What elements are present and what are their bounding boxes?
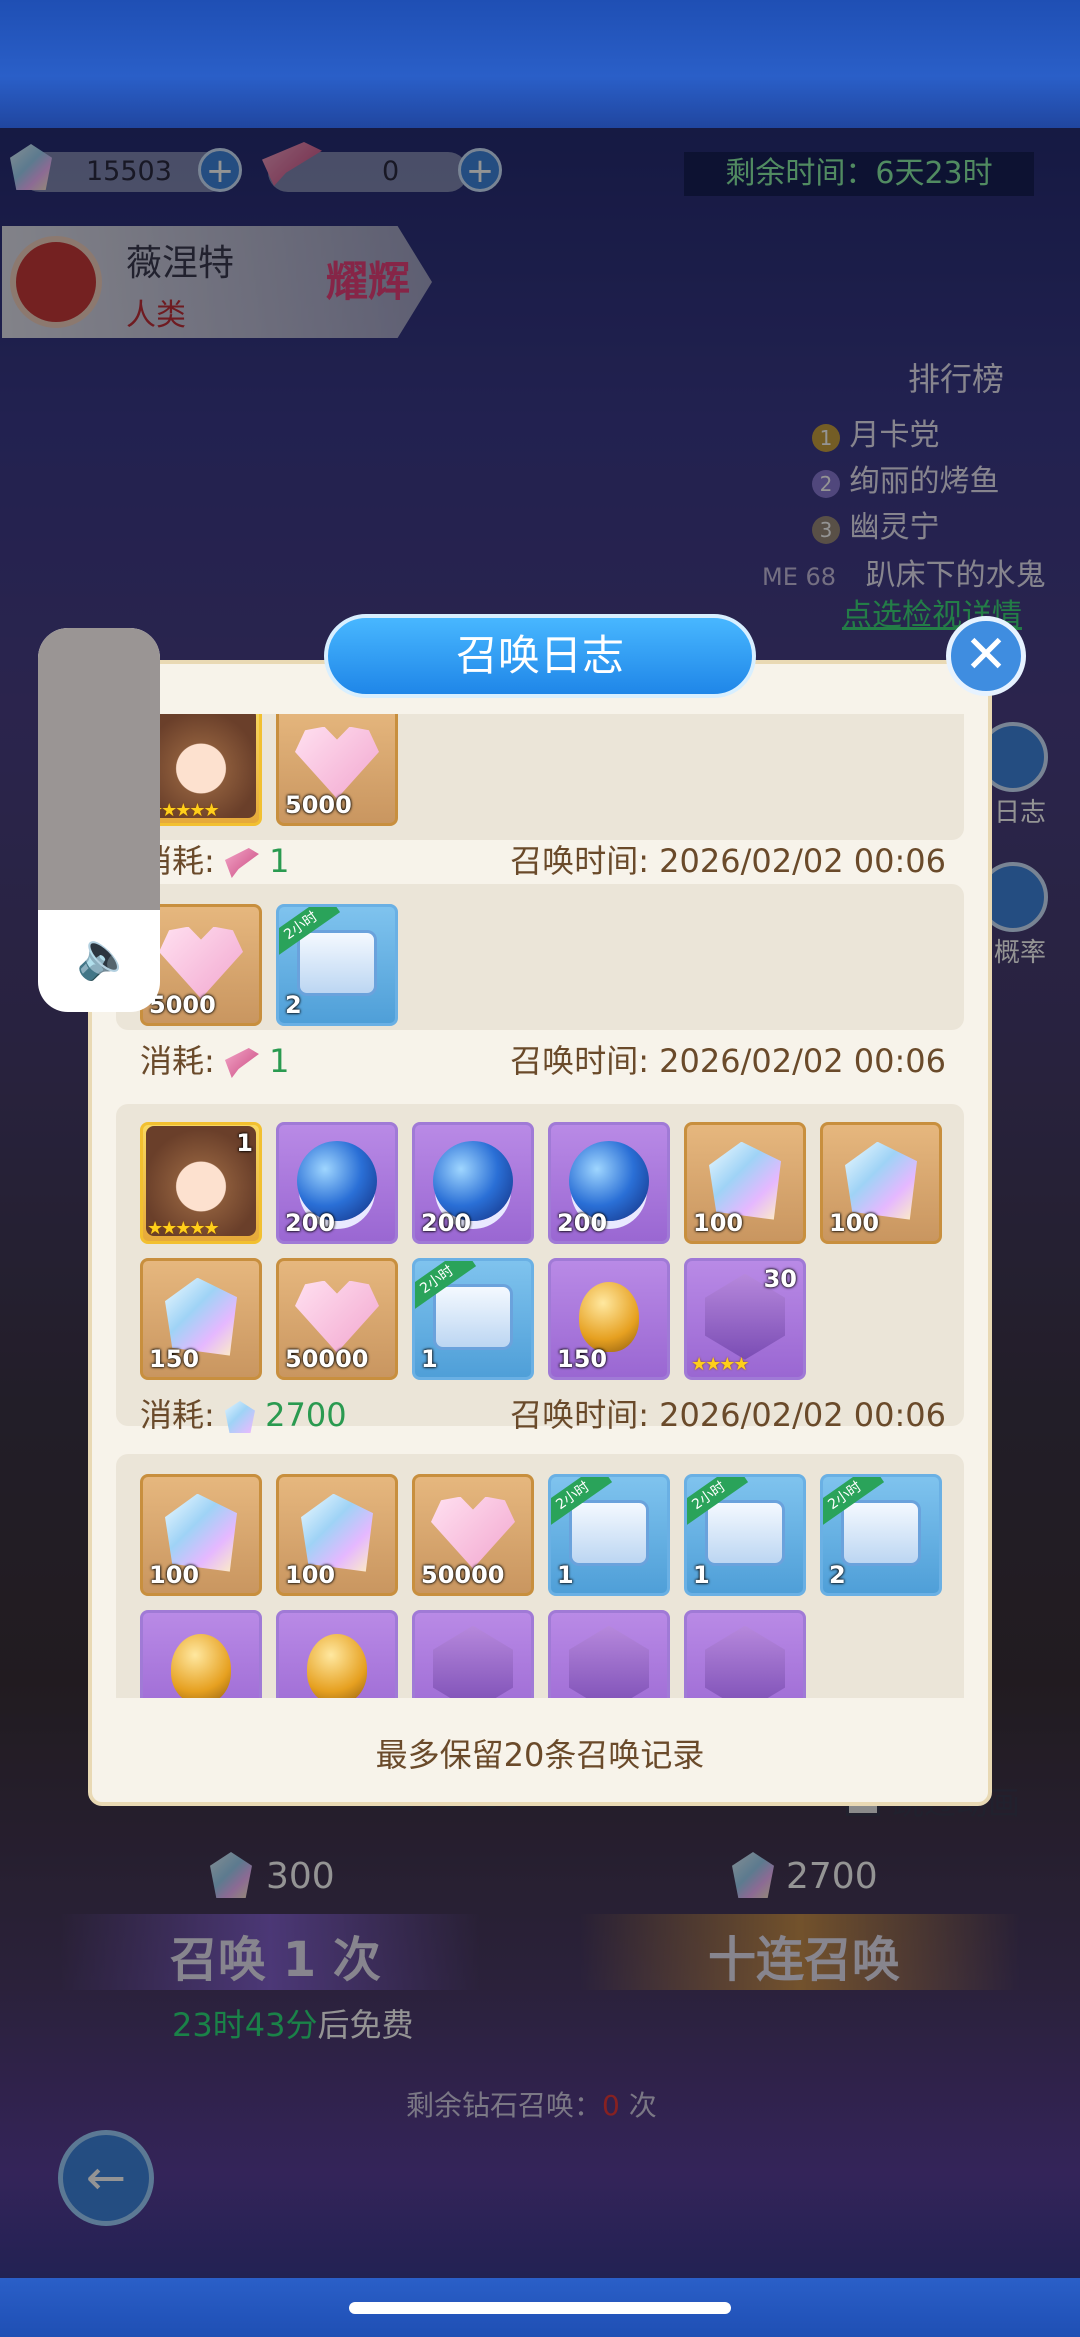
shard-icon: [433, 1625, 513, 1698]
close-button[interactable]: ✕: [946, 616, 1026, 696]
egg-icon: [171, 1633, 231, 1698]
shard-icon: [569, 1625, 649, 1698]
close-icon: ✕: [964, 625, 1008, 685]
gem-icon: [165, 1277, 237, 1356]
reward-count: 5000: [149, 991, 216, 1019]
chest-reward-item[interactable]: 2小时 1: [684, 1474, 806, 1596]
consume-amount: 1: [258, 842, 290, 880]
egg-reward-item[interactable]: 150: [548, 1258, 670, 1380]
reward-count: 150: [557, 1345, 608, 1373]
gem-icon: [709, 1141, 781, 1220]
orb-reward-item[interactable]: 200: [412, 1122, 534, 1244]
gem-reward-item[interactable]: 100: [140, 1474, 262, 1596]
chest-reward-item[interactable]: 2小时 1: [548, 1474, 670, 1596]
gem-reward-item[interactable]: 150: [140, 1258, 262, 1380]
summon-gun-icon: [224, 1048, 259, 1078]
reward-count: 5000: [285, 791, 352, 819]
gem-reward-item[interactable]: 100: [276, 1474, 398, 1596]
shard-icon: [705, 1625, 785, 1698]
heart-icon: [295, 1280, 379, 1353]
chest-icon: [297, 929, 377, 996]
consume-row: 消耗: 1: [140, 1042, 290, 1080]
gem-icon: [165, 1493, 237, 1572]
consume-row: 消耗: 2700: [140, 1396, 347, 1434]
reward-count: 100: [829, 1209, 880, 1237]
chest-reward-item[interactable]: 2小时 1: [412, 1258, 534, 1380]
chest-icon: [705, 1499, 785, 1566]
heart-icon: [159, 926, 243, 999]
reward-count: 200: [421, 1209, 472, 1237]
diamond-icon: [224, 1401, 255, 1433]
heart-icon: [431, 1496, 515, 1569]
gem-icon: [301, 1493, 373, 1572]
shard-reward-item[interactable]: [684, 1610, 806, 1698]
egg-reward-item[interactable]: [140, 1610, 262, 1698]
reward-count: 100: [149, 1561, 200, 1589]
chest-reward-item[interactable]: 2小时 2: [276, 904, 398, 1026]
star-rating: ★★★★: [691, 1354, 750, 1375]
chest-icon: [433, 1283, 513, 1350]
shard-reward-item[interactable]: [412, 1610, 534, 1698]
gem-reward-item[interactable]: 100: [820, 1122, 942, 1244]
summon-log-list[interactable]: ★★★★★ 5000 消耗: 1 召唤时间: 2026/02/02 00:06 5000…: [110, 714, 970, 1698]
reward-count: 1: [557, 1561, 574, 1589]
chest-icon: [569, 1499, 649, 1566]
reward-count: 200: [285, 1209, 336, 1237]
volume-track: [38, 628, 160, 910]
reward-count: 200: [557, 1209, 608, 1237]
dialog-title: 召唤日志: [324, 614, 756, 698]
chest-reward-item[interactable]: 2小时 2: [820, 1474, 942, 1596]
summon-time: 召唤时间: 2026/02/02 00:06: [510, 1396, 946, 1434]
hero-reward-item[interactable]: ★★★★★ 1: [140, 1122, 262, 1244]
home-indicator[interactable]: [349, 2302, 731, 2314]
reward-count: 2: [285, 991, 302, 1019]
reward-count: 50000: [421, 1561, 505, 1589]
egg-reward-item[interactable]: [276, 1610, 398, 1698]
chest-icon: [841, 1499, 921, 1566]
egg-icon: [579, 1281, 639, 1352]
reward-count: 2: [829, 1561, 846, 1589]
reward-count: 100: [693, 1209, 744, 1237]
heart-reward-item[interactable]: 50000: [412, 1474, 534, 1596]
gem-reward-item[interactable]: 100: [684, 1122, 806, 1244]
reward-count: 1: [421, 1345, 438, 1373]
consume-amount: 2700: [254, 1396, 347, 1434]
volume-indicator: 🔈: [38, 628, 160, 1012]
shard-reward-item[interactable]: ★★★★ 30: [684, 1258, 806, 1380]
top-bar: [0, 0, 1080, 128]
summon-time: 召唤时间: 2026/02/02 00:06: [510, 1042, 946, 1080]
summon-time: 召唤时间: 2026/02/02 00:06: [510, 842, 946, 880]
heart-icon: [295, 726, 379, 799]
orb-reward-item[interactable]: 200: [548, 1122, 670, 1244]
consume-amount: 1: [258, 1042, 290, 1080]
reward-count: 1: [236, 1129, 253, 1157]
star-rating: ★★★★★: [147, 1218, 220, 1239]
summon-gun-icon: [224, 848, 259, 878]
reward-count: 30: [763, 1265, 797, 1293]
gem-icon: [845, 1141, 917, 1220]
reward-count: 100: [285, 1561, 336, 1589]
reward-count: 150: [149, 1345, 200, 1373]
egg-icon: [307, 1633, 367, 1698]
consume-row: 消耗: 1: [140, 842, 290, 880]
reward-count: 1: [693, 1561, 710, 1589]
heart-reward-item[interactable]: 5000: [276, 714, 398, 826]
speaker-icon: 🔈: [76, 928, 134, 982]
orb-reward-item[interactable]: 200: [276, 1122, 398, 1244]
log-limit-note: 最多保留20条召唤记录: [375, 1736, 705, 1774]
reward-count: 50000: [285, 1345, 369, 1373]
heart-reward-item[interactable]: 50000: [276, 1258, 398, 1380]
shard-reward-item[interactable]: [548, 1610, 670, 1698]
